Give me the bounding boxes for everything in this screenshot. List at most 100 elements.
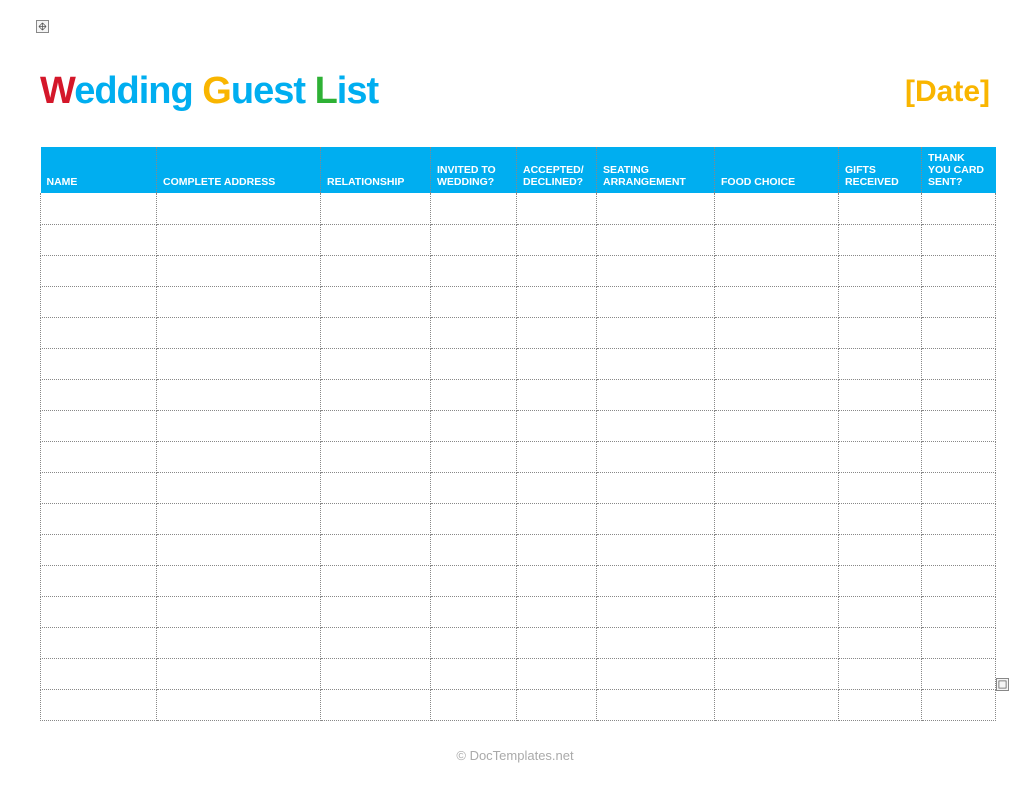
table-cell[interactable] (157, 627, 321, 658)
table-cell[interactable] (321, 627, 431, 658)
table-cell[interactable] (839, 286, 922, 317)
table-cell[interactable] (321, 348, 431, 379)
table-cell[interactable] (597, 317, 715, 348)
table-cell[interactable] (517, 534, 597, 565)
table-cell[interactable] (517, 689, 597, 720)
table-cell[interactable] (517, 472, 597, 503)
table-cell[interactable] (839, 627, 922, 658)
table-cell[interactable] (597, 534, 715, 565)
table-cell[interactable] (431, 472, 517, 503)
table-cell[interactable] (157, 503, 321, 534)
table-cell[interactable] (922, 658, 996, 689)
table-cell[interactable] (922, 379, 996, 410)
table-cell[interactable] (839, 472, 922, 503)
table-cell[interactable] (431, 379, 517, 410)
table-cell[interactable] (517, 441, 597, 472)
table-cell[interactable] (41, 317, 157, 348)
table-cell[interactable] (157, 193, 321, 224)
table-cell[interactable] (922, 596, 996, 627)
table-cell[interactable] (157, 410, 321, 441)
table-select-handle-tl[interactable] (36, 20, 49, 33)
table-cell[interactable] (431, 503, 517, 534)
table-cell[interactable] (597, 689, 715, 720)
table-cell[interactable] (157, 658, 321, 689)
table-cell[interactable] (597, 224, 715, 255)
table-cell[interactable] (157, 472, 321, 503)
table-cell[interactable] (517, 596, 597, 627)
table-cell[interactable] (597, 658, 715, 689)
table-cell[interactable] (517, 255, 597, 286)
table-cell[interactable] (321, 410, 431, 441)
table-cell[interactable] (597, 379, 715, 410)
table-cell[interactable] (517, 193, 597, 224)
table-cell[interactable] (321, 317, 431, 348)
table-cell[interactable] (597, 472, 715, 503)
table-cell[interactable] (321, 441, 431, 472)
table-cell[interactable] (839, 534, 922, 565)
table-cell[interactable] (839, 410, 922, 441)
table-cell[interactable] (922, 410, 996, 441)
table-cell[interactable] (922, 286, 996, 317)
table-cell[interactable] (431, 193, 517, 224)
table-cell[interactable] (597, 286, 715, 317)
table-cell[interactable] (41, 472, 157, 503)
table-cell[interactable] (321, 193, 431, 224)
table-cell[interactable] (715, 472, 839, 503)
table-cell[interactable] (715, 224, 839, 255)
table-cell[interactable] (839, 224, 922, 255)
table-cell[interactable] (715, 503, 839, 534)
table-cell[interactable] (597, 596, 715, 627)
table-cell[interactable] (839, 689, 922, 720)
table-cell[interactable] (157, 441, 321, 472)
table-cell[interactable] (922, 689, 996, 720)
table-cell[interactable] (715, 379, 839, 410)
table-cell[interactable] (597, 255, 715, 286)
table-cell[interactable] (597, 348, 715, 379)
table-cell[interactable] (41, 503, 157, 534)
table-cell[interactable] (41, 534, 157, 565)
table-cell[interactable] (321, 472, 431, 503)
table-cell[interactable] (922, 255, 996, 286)
table-cell[interactable] (321, 255, 431, 286)
table-cell[interactable] (321, 565, 431, 596)
table-cell[interactable] (922, 627, 996, 658)
table-cell[interactable] (597, 441, 715, 472)
table-cell[interactable] (597, 410, 715, 441)
date-placeholder[interactable]: [Date] (905, 75, 990, 109)
table-cell[interactable] (431, 410, 517, 441)
table-cell[interactable] (715, 193, 839, 224)
table-cell[interactable] (41, 379, 157, 410)
table-cell[interactable] (715, 565, 839, 596)
table-cell[interactable] (715, 441, 839, 472)
table-cell[interactable] (715, 689, 839, 720)
table-cell[interactable] (41, 255, 157, 286)
table-cell[interactable] (922, 193, 996, 224)
table-cell[interactable] (41, 627, 157, 658)
table-cell[interactable] (922, 565, 996, 596)
table-cell[interactable] (517, 658, 597, 689)
table-cell[interactable] (715, 658, 839, 689)
table-cell[interactable] (517, 565, 597, 596)
table-cell[interactable] (321, 379, 431, 410)
table-cell[interactable] (922, 317, 996, 348)
table-cell[interactable] (431, 596, 517, 627)
table-cell[interactable] (715, 317, 839, 348)
table-cell[interactable] (839, 658, 922, 689)
table-cell[interactable] (321, 658, 431, 689)
table-cell[interactable] (922, 441, 996, 472)
table-cell[interactable] (597, 565, 715, 596)
table-cell[interactable] (715, 627, 839, 658)
table-cell[interactable] (517, 503, 597, 534)
table-cell[interactable] (157, 317, 321, 348)
table-cell[interactable] (597, 627, 715, 658)
table-cell[interactable] (431, 255, 517, 286)
table-cell[interactable] (157, 255, 321, 286)
table-cell[interactable] (839, 348, 922, 379)
table-cell[interactable] (517, 410, 597, 441)
table-cell[interactable] (157, 348, 321, 379)
table-cell[interactable] (922, 224, 996, 255)
table-cell[interactable] (715, 348, 839, 379)
table-cell[interactable] (517, 224, 597, 255)
table-cell[interactable] (839, 255, 922, 286)
table-select-handle-br[interactable] (996, 678, 1009, 691)
